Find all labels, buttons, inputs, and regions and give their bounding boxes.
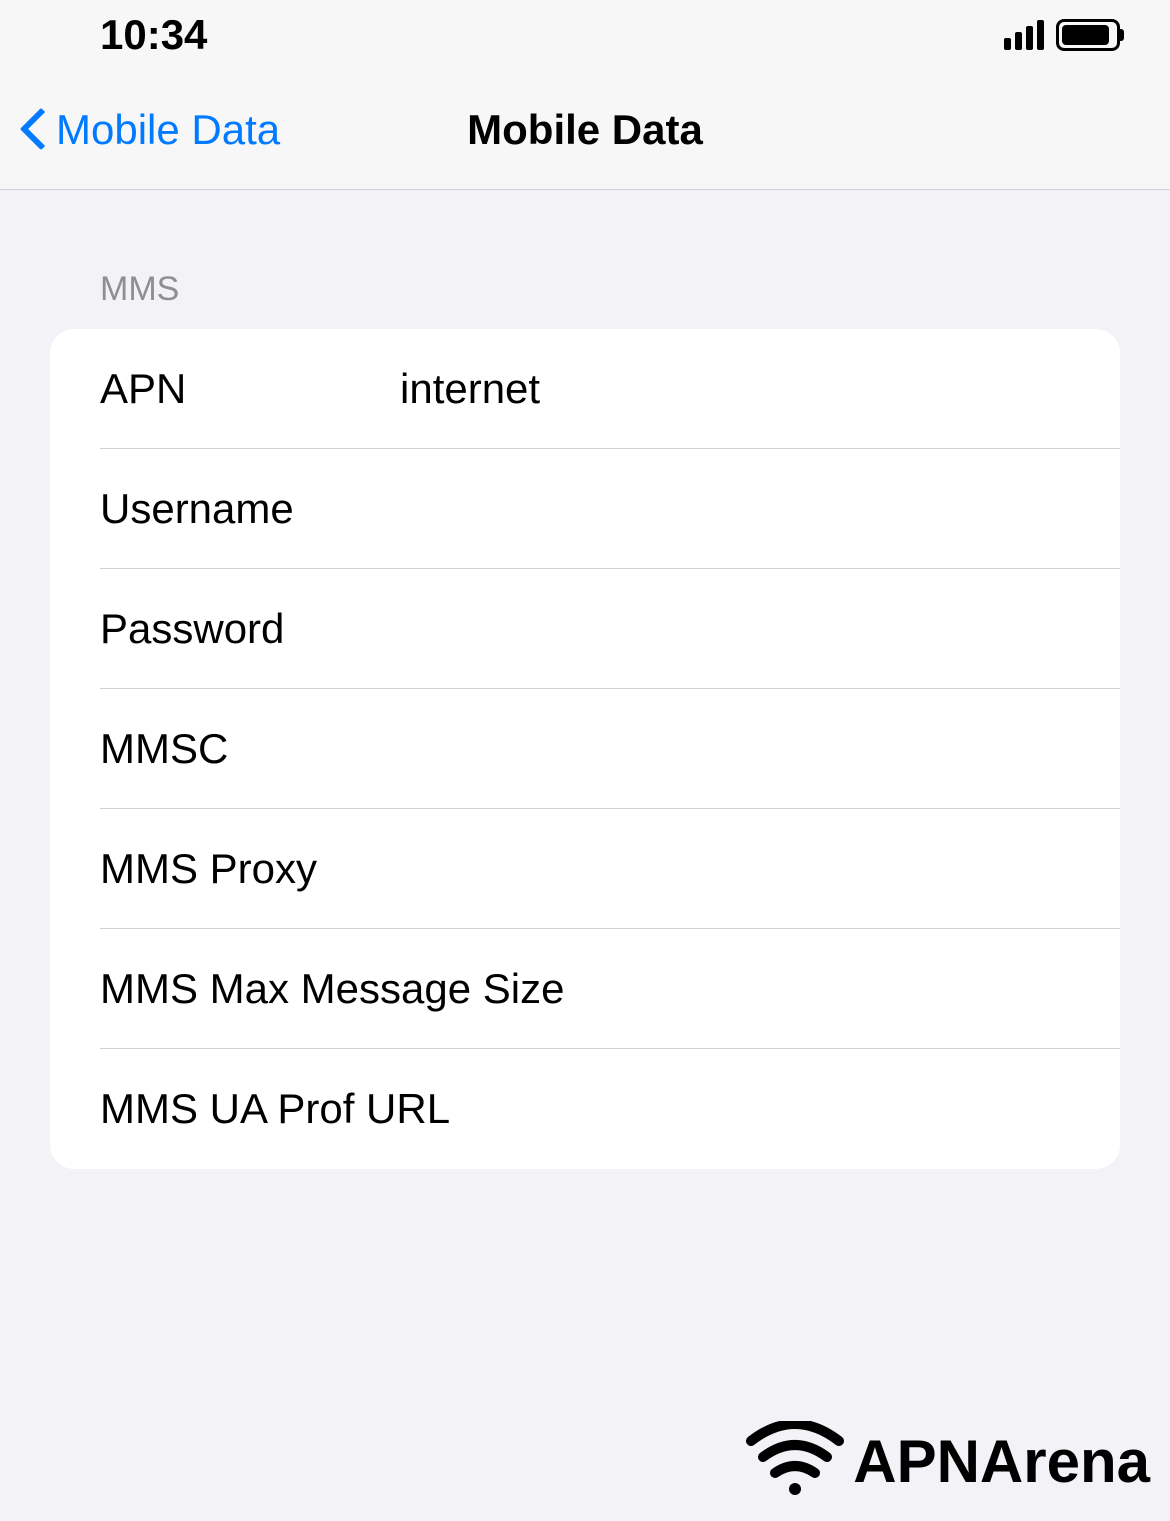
- row-label-password: Password: [100, 605, 400, 653]
- row-label-mms-max-size: MMS Max Message Size: [100, 965, 579, 1013]
- row-label-mmsc: MMSC: [100, 725, 400, 773]
- back-button-label: Mobile Data: [56, 106, 280, 154]
- row-label-mms-ua-prof: MMS UA Prof URL: [100, 1085, 579, 1133]
- status-time: 10:34: [100, 11, 207, 59]
- settings-group-mms: APN Username Password MMSC MMS Proxy MMS…: [50, 329, 1120, 1169]
- input-mms-ua-prof[interactable]: [579, 1085, 1120, 1133]
- status-indicators: [1004, 19, 1120, 51]
- input-mms-max-size[interactable]: [579, 965, 1120, 1013]
- watermark-bottom-text: APNArena: [853, 1427, 1150, 1496]
- row-label-apn: APN: [100, 365, 400, 413]
- back-button[interactable]: Mobile Data: [0, 106, 280, 154]
- status-bar: 10:34: [0, 0, 1170, 70]
- input-username[interactable]: [400, 485, 1120, 533]
- input-password[interactable]: [400, 605, 1120, 653]
- watermark-bottom: APNArena: [745, 1421, 1150, 1501]
- battery-icon: [1056, 19, 1120, 51]
- page-title: Mobile Data: [467, 106, 703, 154]
- row-mmsc[interactable]: MMSC: [50, 689, 1120, 809]
- row-mms-ua-prof[interactable]: MMS UA Prof URL: [50, 1049, 1120, 1169]
- row-username[interactable]: Username: [50, 449, 1120, 569]
- row-label-mms-proxy: MMS Proxy: [100, 845, 400, 893]
- wifi-icon: [745, 1421, 845, 1501]
- navigation-bar: Mobile Data Mobile Data: [0, 70, 1170, 190]
- row-mms-max-size[interactable]: MMS Max Message Size: [50, 929, 1120, 1049]
- row-label-username: Username: [100, 485, 400, 533]
- chevron-left-icon: [20, 108, 48, 152]
- row-password[interactable]: Password: [50, 569, 1120, 689]
- cellular-signal-icon: [1004, 20, 1044, 50]
- input-apn[interactable]: [400, 365, 1120, 413]
- input-mms-proxy[interactable]: [400, 845, 1120, 893]
- row-mms-proxy[interactable]: MMS Proxy: [50, 809, 1120, 929]
- input-mmsc[interactable]: [400, 725, 1120, 773]
- row-apn[interactable]: APN: [50, 329, 1120, 449]
- section-header-mms: MMS: [50, 270, 1120, 309]
